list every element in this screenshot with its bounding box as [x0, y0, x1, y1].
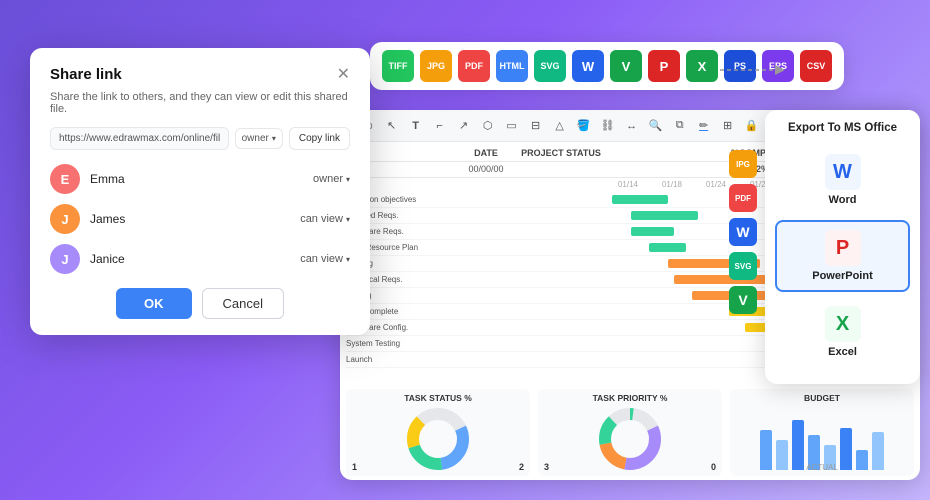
col-date: DATE — [456, 148, 516, 158]
powerpoint-label: PowerPoint — [812, 270, 873, 282]
task-status-chart: TASK STATUS % 1 2 — [346, 389, 530, 476]
word-label: Word — [829, 194, 857, 206]
dialog-header: Share link ✕ — [50, 66, 350, 83]
toolbar-rect[interactable]: ▭ — [501, 115, 523, 137]
word-icon: W — [825, 154, 861, 190]
export-word-option[interactable]: W Word — [775, 144, 910, 216]
excel-icon: X — [825, 306, 861, 342]
toolbar-cursor[interactable]: ↖ — [381, 115, 403, 137]
permission-janice[interactable]: can view ▾ — [300, 253, 350, 265]
share-link-dialog: Share link ✕ Share the link to others, a… — [30, 48, 370, 335]
budget-chart: BUDGET ACTUAL — [730, 389, 914, 476]
arrow-hint — [720, 55, 790, 85]
export-excel-option[interactable]: X Excel — [775, 296, 910, 368]
link-permission-value: owner — [242, 133, 269, 144]
dialog-description: Share the link to others, and they can v… — [50, 91, 350, 115]
user-row-james: J James can view ▾ — [50, 204, 350, 234]
export-panel: IPG PDF W SVG V Export To MS Office W Wo… — [765, 110, 920, 384]
toolbar-triangle[interactable]: △ — [549, 115, 571, 137]
toolbar-arrange[interactable]: ⧉ — [669, 115, 691, 137]
toolbar-lines[interactable]: ⊟ — [525, 115, 547, 137]
chevron-down-icon: ▾ — [346, 215, 350, 224]
username-james: James — [90, 212, 290, 226]
left-icon-jpg[interactable]: IPG — [729, 150, 757, 178]
chevron-down-icon: ▾ — [346, 255, 350, 264]
username-janice: Janice — [90, 252, 290, 266]
date-label-1: 01/14 — [618, 180, 638, 189]
task-priority-title: TASK PRIORITY % — [593, 393, 668, 403]
chevron-down-icon: ▾ — [346, 175, 350, 184]
left-icon-pdf[interactable]: PDF — [729, 184, 757, 212]
link-input[interactable] — [50, 127, 229, 150]
ok-button[interactable]: OK — [116, 288, 192, 319]
export-panel-title: Export To MS Office — [775, 122, 910, 134]
task-priority-chart: TASK PRIORITY % 3 0 — [538, 389, 722, 476]
permission-emma[interactable]: owner ▾ — [313, 173, 350, 185]
copy-link-button[interactable]: Copy link — [289, 127, 350, 150]
date-label-3: 01/24 — [706, 180, 726, 189]
task-priority-label1: 3 — [544, 462, 549, 472]
toolbar-pen[interactable]: ✏ — [693, 115, 715, 137]
dialog-actions: OK Cancel — [50, 288, 350, 319]
format-ppt[interactable]: P — [648, 50, 680, 82]
budget-actual-label: ACTUAL — [806, 463, 838, 472]
avatar-emma: E — [50, 164, 80, 194]
format-pdf[interactable]: PDF — [458, 50, 490, 82]
cancel-button[interactable]: Cancel — [202, 288, 284, 319]
export-powerpoint-option[interactable]: P PowerPoint — [775, 220, 910, 292]
format-svg[interactable]: SVG — [534, 50, 566, 82]
task-status-label2: 2 — [519, 462, 524, 472]
left-icon-svg[interactable]: SVG — [729, 252, 757, 280]
format-excel[interactable]: X — [686, 50, 718, 82]
format-visio[interactable]: V — [610, 50, 642, 82]
username-emma: Emma — [90, 172, 303, 186]
toolbar-zoom[interactable]: 🔍 — [645, 115, 667, 137]
format-word[interactable]: W — [572, 50, 604, 82]
link-permission-select[interactable]: owner ▾ — [235, 128, 283, 149]
toolbar-lock[interactable]: 🔒 — [741, 115, 763, 137]
toolbar-link[interactable]: ⛓ — [597, 115, 619, 137]
task-status-title: TASK STATUS % — [404, 393, 472, 403]
toolbar-arrows[interactable]: ↔ — [621, 115, 643, 137]
budget-title: BUDGET — [804, 393, 840, 403]
task-status-label1: 1 — [352, 462, 357, 472]
toolbar-text[interactable]: T — [405, 115, 427, 137]
left-icon-word[interactable]: W — [729, 218, 757, 246]
user-row-emma: E Emma owner ▾ — [50, 164, 350, 194]
link-row: owner ▾ Copy link — [50, 127, 350, 150]
user-row-janice: J Janice can view ▾ — [50, 244, 350, 274]
left-icon-visio[interactable]: V — [729, 286, 757, 314]
date-value: 00/00/00 — [456, 164, 516, 174]
export-left-icons: IPG PDF W SVG V — [729, 150, 757, 314]
task-priority-label2: 0 — [711, 462, 716, 472]
toolbar-table[interactable]: ⊞ — [717, 115, 739, 137]
format-html[interactable]: HTML — [496, 50, 528, 82]
date-label-2: 01/18 — [662, 180, 682, 189]
close-button[interactable]: ✕ — [337, 67, 350, 83]
col-project-status: PROJECT STATUS — [516, 148, 606, 158]
format-jpg[interactable]: JPG — [420, 50, 452, 82]
toolbar-shape[interactable]: ⬡ — [477, 115, 499, 137]
toolbar-fill[interactable]: 🪣 — [573, 115, 595, 137]
toolbar-crop[interactable]: ⌐ — [429, 115, 451, 137]
bottom-charts: TASK STATUS % 1 2 TASK PRIORITY % — [340, 385, 920, 480]
avatar-janice: J — [50, 244, 80, 274]
permission-james[interactable]: can view ▾ — [300, 213, 350, 225]
format-tiff[interactable]: TIFF — [382, 50, 414, 82]
toolbar-pointer[interactable]: ↗ — [453, 115, 475, 137]
chevron-down-icon: ▾ — [272, 134, 276, 143]
dialog-title: Share link — [50, 66, 122, 83]
avatar-james: J — [50, 204, 80, 234]
powerpoint-icon: P — [825, 230, 861, 266]
excel-label: Excel — [828, 346, 857, 358]
format-csv[interactable]: CSV — [800, 50, 832, 82]
